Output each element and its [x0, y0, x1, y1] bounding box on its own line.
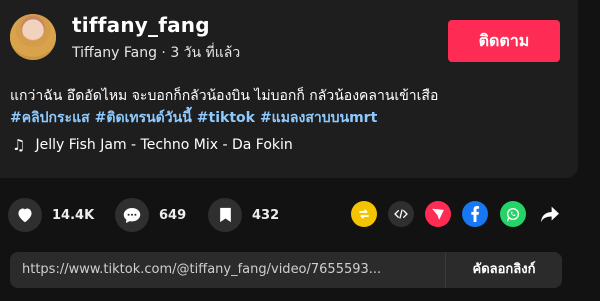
caption: แกว่าฉัน อึดอัดไหม จะบอกก็กลัวน้องบิน ไม… [10, 85, 570, 129]
hashtag-list: #คลิปกระแส #ติดเทรนด์วันนี้ #tiktok #แมลงสา… [10, 107, 570, 129]
repost-icon[interactable] [351, 201, 377, 227]
facebook-icon[interactable] [462, 201, 488, 227]
hashtag[interactable]: #แมลงสาบบนmrt [260, 110, 377, 126]
comment-action[interactable]: 649 [115, 198, 186, 232]
embed-icon[interactable] [388, 201, 414, 227]
follow-button[interactable]: ติดตาม [448, 20, 560, 62]
music-link[interactable]: ♫ Jelly Fish Jam - Techno Mix - Da Fokin [12, 136, 293, 154]
music-title[interactable]: Jelly Fish Jam - Techno Mix - Da Fokin [35, 137, 292, 153]
separator: · [156, 45, 171, 61]
hashtag[interactable]: #tiktok [197, 110, 255, 126]
username[interactable]: tiffany_fang [72, 13, 210, 37]
share-arrow-icon[interactable] [537, 201, 563, 227]
caption-text: แกว่าฉัน อึดอัดไหม จะบอกก็กลัวน้องบิน ไม… [10, 88, 439, 104]
music-note-icon: ♫ [12, 136, 26, 154]
video-url[interactable]: https://www.tiktok.com/@tiffany_fang/vid… [22, 252, 442, 288]
copy-link-button[interactable]: คัดลอกลิงก์ [445, 252, 562, 288]
send-icon[interactable] [425, 201, 451, 227]
like-action[interactable]: 14.4K [8, 198, 94, 232]
whatsapp-icon[interactable] [500, 201, 526, 227]
save-count: 432 [252, 207, 280, 223]
like-count: 14.4K [52, 207, 95, 223]
hashtag[interactable]: #ติดเทรนด์วันนี้ [95, 110, 192, 126]
hashtag[interactable]: #คลิปกระแส [10, 110, 90, 126]
post-time: 3 วัน ที่แล้ว [170, 45, 241, 61]
post-card: tiffany_fang Tiffany Fang · 3 วัน ที่แล้… [0, 0, 578, 178]
save-action[interactable]: 432 [208, 198, 279, 232]
link-box: https://www.tiktok.com/@tiffany_fang/vid… [10, 252, 562, 288]
author-subline: Tiffany Fang · 3 วัน ที่แล้ว [72, 42, 240, 64]
comment-icon[interactable] [115, 198, 149, 232]
avatar[interactable] [10, 14, 56, 60]
display-name[interactable]: Tiffany Fang [72, 45, 157, 61]
comment-count: 649 [159, 207, 187, 223]
bookmark-icon[interactable] [208, 198, 242, 232]
heart-icon[interactable] [8, 198, 42, 232]
